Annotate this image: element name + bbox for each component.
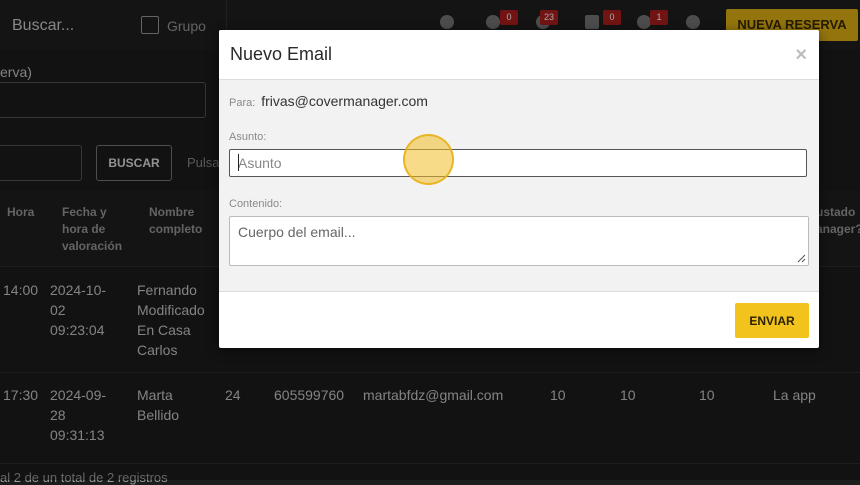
recipient-row: Para: frivas@covermanager.com: [229, 93, 428, 109]
close-icon[interactable]: ×: [795, 44, 807, 67]
modal-footer: ENVIAR: [219, 291, 819, 348]
click-indicator: [403, 134, 454, 185]
resize-handle-icon[interactable]: [797, 254, 806, 263]
new-email-modal: Nuevo Email × Para: frivas@covermanager.…: [219, 30, 819, 348]
recipient-label: Para:: [229, 97, 256, 109]
modal-title: Nuevo Email: [230, 44, 333, 64]
subject-input[interactable]: [229, 149, 807, 177]
content-textarea[interactable]: [229, 216, 809, 266]
modal-header: Nuevo Email ×: [219, 30, 819, 80]
content-label: Contenido:: [229, 198, 283, 210]
recipient-value: frivas@covermanager.com: [261, 93, 428, 109]
send-button[interactable]: ENVIAR: [735, 303, 809, 338]
subject-label: Asunto:: [229, 131, 267, 143]
text-cursor: [238, 154, 239, 171]
